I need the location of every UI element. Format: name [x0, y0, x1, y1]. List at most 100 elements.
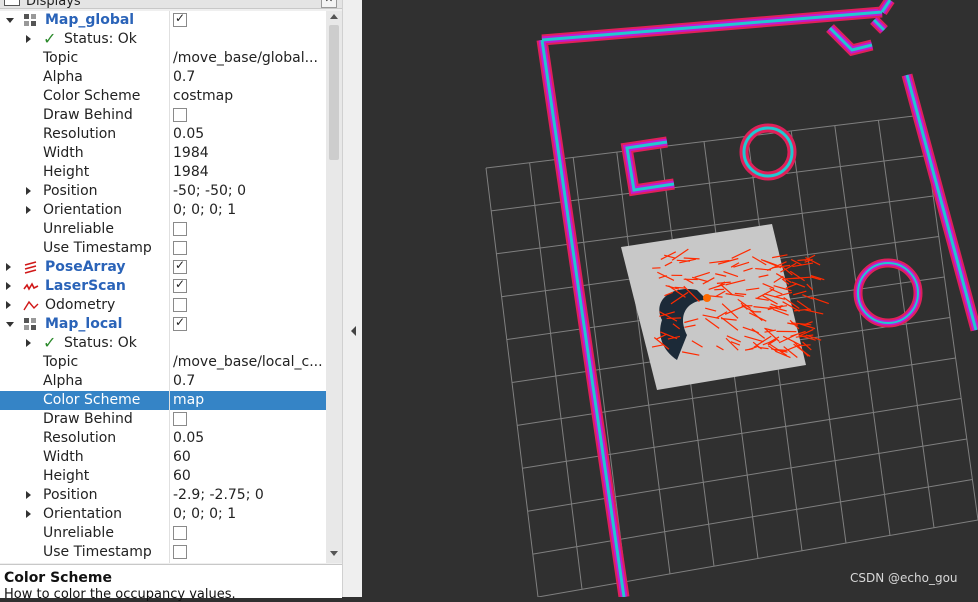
tree-row-alpha[interactable]: Alpha 0.7: [0, 68, 326, 87]
tree-row-orientation[interactable]: Orientation 0; 0; 0; 1: [0, 201, 326, 220]
row-value[interactable]: 0.7: [173, 69, 323, 85]
collapse-arrow-icon[interactable]: [351, 326, 356, 336]
row-value[interactable]: /move_base/local_c...: [173, 354, 323, 370]
tree-row-width[interactable]: Width1984: [0, 144, 326, 163]
description-text: How to color the occupancy values.: [4, 587, 236, 602]
row-value[interactable]: 1984: [173, 164, 323, 180]
row-checkbox[interactable]: [173, 298, 187, 312]
row-value[interactable]: /move_base/global...: [173, 50, 323, 66]
tree-row-use-timestamp[interactable]: Use Timestamp: [0, 239, 326, 258]
row-label: Position: [43, 487, 98, 503]
tree-row-position[interactable]: Position -50; -50; 0: [0, 182, 326, 201]
tree-row-height[interactable]: Height 1984: [0, 163, 326, 182]
expand-arrow-icon[interactable]: [26, 339, 31, 347]
row-checkbox[interactable]: [173, 317, 187, 331]
display-tree[interactable]: Map_global✓Status: OkTopic/move_base/glo…: [0, 11, 326, 563]
panel-splitter[interactable]: [342, 0, 363, 597]
expand-arrow-icon[interactable]: [26, 206, 31, 214]
tree-row-posearray[interactable]: PoseArray: [0, 258, 326, 277]
row-checkbox[interactable]: [173, 526, 187, 540]
expand-arrow-icon[interactable]: [26, 35, 31, 43]
row-checkbox[interactable]: [173, 13, 187, 27]
tree-row-orientation[interactable]: Orientation 0; 0; 0; 1: [0, 505, 326, 524]
row-checkbox[interactable]: [173, 545, 187, 559]
row-checkbox[interactable]: [173, 108, 187, 122]
row-label: Color Scheme: [43, 88, 140, 104]
collapse-arrow-icon[interactable]: [6, 322, 14, 327]
pose-array-icon: [23, 260, 39, 275]
tree-row-odometry[interactable]: Odometry: [0, 296, 326, 315]
expand-arrow-icon[interactable]: [26, 510, 31, 518]
row-label: Map_local: [45, 316, 122, 332]
row-value[interactable]: 0.05: [173, 430, 323, 446]
scroll-up-icon[interactable]: [330, 14, 338, 19]
tree-row-draw-behind[interactable]: Draw Behind: [0, 410, 326, 429]
tree-row-unreliable[interactable]: Unreliable: [0, 524, 326, 543]
expand-arrow-icon[interactable]: [6, 301, 11, 309]
displays-panel: Displays ✕ Map_global✓Status: OkTopic/mo…: [0, 0, 342, 597]
row-label: Topic: [43, 50, 78, 66]
row-label: Position: [43, 183, 98, 199]
row-checkbox[interactable]: [173, 260, 187, 274]
row-label: Orientation: [43, 202, 122, 218]
row-value[interactable]: 1984: [173, 145, 323, 161]
tree-row-status-ok[interactable]: ✓Status: Ok: [0, 334, 326, 353]
row-value[interactable]: 0.05: [173, 126, 323, 142]
row-value[interactable]: -50; -50; 0: [173, 183, 323, 199]
3d-viewport[interactable]: [362, 0, 978, 597]
row-value[interactable]: 60: [173, 468, 323, 484]
row-value[interactable]: 0.7: [173, 373, 323, 389]
pose-arrow: [667, 318, 681, 319]
row-value[interactable]: costmap: [173, 88, 323, 104]
row-value[interactable]: 0; 0; 0; 1: [173, 202, 323, 218]
tree-row-resolution[interactable]: Resolution0.05: [0, 429, 326, 448]
tree-row-status-ok[interactable]: ✓Status: Ok: [0, 30, 326, 49]
row-label: Use Timestamp: [43, 240, 152, 256]
tree-row-color-scheme[interactable]: Color Scheme costmap: [0, 87, 326, 106]
expand-arrow-icon[interactable]: [6, 282, 11, 290]
tree-row-topic[interactable]: Topic/move_base/local_c...: [0, 353, 326, 372]
row-value[interactable]: -2.9; -2.75; 0: [173, 487, 323, 503]
tree-row-height[interactable]: Height60: [0, 467, 326, 486]
row-label: Draw Behind: [43, 411, 133, 427]
tree-row-color-scheme[interactable]: Color Scheme map: [0, 391, 326, 410]
tree-row-laserscan[interactable]: LaserScan: [0, 277, 326, 296]
row-label: Alpha: [43, 373, 83, 389]
row-value[interactable]: 60: [173, 449, 323, 465]
expand-arrow-icon[interactable]: [26, 187, 31, 195]
row-label: Status: Ok: [64, 31, 137, 47]
tree-row-use-timestamp[interactable]: Use Timestamp: [0, 543, 326, 562]
grid-icon: [23, 13, 39, 28]
tree-row-map-global[interactable]: Map_global: [0, 11, 326, 30]
row-checkbox[interactable]: [173, 241, 187, 255]
expand-arrow-icon[interactable]: [6, 263, 11, 271]
row-value[interactable]: map: [173, 392, 323, 408]
scroll-down-icon[interactable]: [330, 551, 338, 556]
row-label: Orientation: [43, 506, 122, 522]
tree-row-width[interactable]: Width60: [0, 448, 326, 467]
row-checkbox[interactable]: [173, 412, 187, 426]
row-value[interactable]: 0; 0; 0; 1: [173, 506, 323, 522]
tree-row-topic[interactable]: Topic/move_base/global...: [0, 49, 326, 68]
tree-scrollbar[interactable]: [326, 11, 342, 563]
tree-row-alpha[interactable]: Alpha 0.7: [0, 372, 326, 391]
row-label: Color Scheme: [43, 392, 140, 408]
odometry-icon: [23, 298, 39, 313]
tree-row-resolution[interactable]: Resolution0.05: [0, 125, 326, 144]
tree-row-position[interactable]: Position -2.9; -2.75; 0: [0, 486, 326, 505]
scrollbar-thumb[interactable]: [329, 25, 339, 160]
description-title: Color Scheme: [4, 570, 112, 586]
row-checkbox[interactable]: [173, 279, 187, 293]
tree-row-map-local[interactable]: Map_local: [0, 315, 326, 334]
row-label: Height: [43, 164, 89, 180]
property-description: Color Scheme How to color the occupancy …: [0, 564, 342, 598]
close-icon[interactable]: ✕: [321, 0, 337, 8]
expand-arrow-icon[interactable]: [26, 491, 31, 499]
tree-row-unreliable[interactable]: Unreliable: [0, 220, 326, 239]
row-label: Alpha: [43, 69, 83, 85]
viewport-canvas[interactable]: [362, 0, 978, 597]
row-label: LaserScan: [45, 278, 126, 294]
row-checkbox[interactable]: [173, 222, 187, 236]
tree-row-draw-behind[interactable]: Draw Behind: [0, 106, 326, 125]
collapse-arrow-icon[interactable]: [6, 18, 14, 23]
